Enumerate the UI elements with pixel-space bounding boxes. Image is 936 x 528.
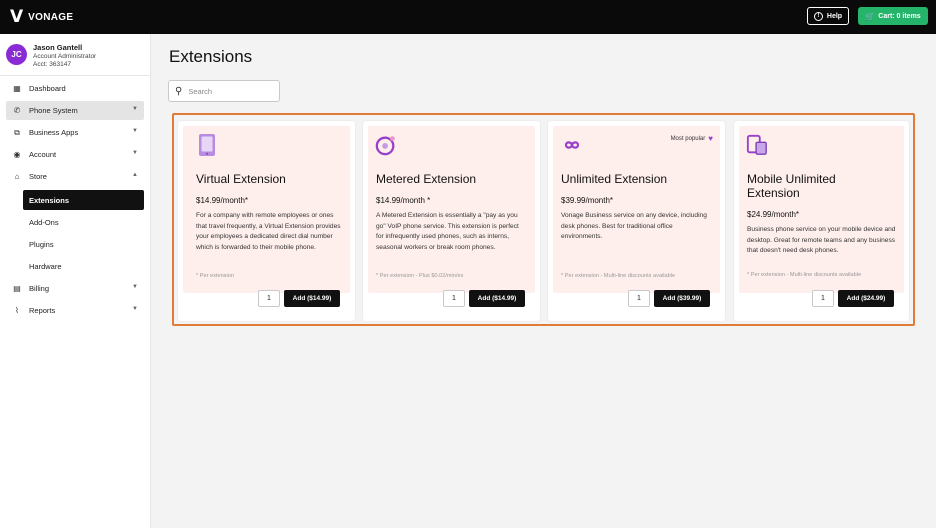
add-button[interactable]: Add ($14.99) xyxy=(469,290,525,307)
quantity-input[interactable]: 1 xyxy=(443,290,465,307)
sidebar-subitem-plugins[interactable]: Plugins xyxy=(23,234,144,254)
sidebar-item-phone-system[interactable]: ✆ Phone System ▼ xyxy=(6,101,144,120)
search-icon: ⚲ xyxy=(175,85,183,97)
top-bar: V VONAGE ! Help 🛒 Cart: 0 items xyxy=(0,0,936,34)
user-name: Jason Gantell xyxy=(33,43,83,52)
help-button[interactable]: ! Help xyxy=(807,7,849,25)
user-account-number: Acct: 363147 xyxy=(33,61,71,68)
store-icon: ⌂ xyxy=(14,172,20,181)
infinity-icon xyxy=(564,141,580,149)
card-price: $14.99/month* xyxy=(196,196,249,205)
cart-label: Cart: 0 items xyxy=(878,12,921,20)
chevron-down-icon: ▼ xyxy=(132,128,138,134)
dashboard-grid-icon: ▦ xyxy=(13,84,21,93)
sidebar: JC Jason Gantell Account Administrator A… xyxy=(0,34,151,528)
user-role: Account Administrator xyxy=(33,53,97,60)
card-footnote: * Per extension - Multi-line discounts a… xyxy=(561,273,676,279)
card-description: For a company with remote employees or o… xyxy=(196,212,341,251)
chevron-down-icon: ▼ xyxy=(132,284,138,290)
avatar: JC xyxy=(6,44,27,65)
quantity-input[interactable]: 1 xyxy=(628,290,650,307)
most-popular-badge: Most popular ♥ xyxy=(671,134,713,143)
search-box[interactable]: ⚲ xyxy=(168,80,280,102)
help-circle-icon: ! xyxy=(813,11,823,21)
badge-label: Most popular xyxy=(670,135,706,142)
sidebar-item-label: Reports xyxy=(29,306,56,315)
product-card-unlimited-extension: Most popular ♥ Unlimited Extension $39.9… xyxy=(548,121,725,321)
vonage-v-icon: V xyxy=(10,6,24,27)
chevron-up-icon: ▲ xyxy=(132,172,138,178)
billing-icon: ▤ xyxy=(13,284,21,293)
card-price: $24.99/month* xyxy=(747,210,800,219)
chevron-down-icon: ▼ xyxy=(132,150,138,156)
vonage-logo[interactable]: V VONAGE xyxy=(10,6,74,27)
sidebar-item-label: Dashboard xyxy=(29,84,66,93)
sidebar-item-label: Phone System xyxy=(29,106,78,115)
card-description: Vonage Business service on any device, i… xyxy=(561,212,707,240)
chevron-down-icon: ▼ xyxy=(132,106,138,112)
heart-icon: ♥ xyxy=(708,134,713,143)
card-description: Business phone service on your mobile de… xyxy=(747,226,896,254)
help-label: Help xyxy=(826,12,843,20)
card-footnote: * Per extension - Multi-line discounts a… xyxy=(747,272,862,278)
add-button[interactable]: Add ($39.99) xyxy=(654,290,710,307)
devices-icon xyxy=(746,134,767,155)
sidebar-item-billing[interactable]: ▤ Billing ▼ xyxy=(6,279,144,298)
product-card-metered-extension: Metered Extension $14.99/month * A Meter… xyxy=(363,121,540,321)
brand-name: VONAGE xyxy=(28,11,74,23)
cart-button[interactable]: 🛒 Cart: 0 items xyxy=(858,7,928,25)
card-price: $14.99/month * xyxy=(376,196,431,205)
sidebar-item-label: Store xyxy=(29,172,47,181)
sidebar-item-label: Business Apps xyxy=(29,128,79,137)
product-card-virtual-extension: Virtual Extension $14.99/month* For a co… xyxy=(178,121,355,321)
business-apps-icon: ⧉ xyxy=(14,127,20,137)
sidebar-item-reports[interactable]: ⌇ Reports ▼ xyxy=(6,301,144,320)
card-title: Mobile Unlimited Extension xyxy=(747,172,836,200)
sidebar-subitem-extensions[interactable]: Extensions xyxy=(23,190,144,210)
card-title: Metered Extension xyxy=(376,172,477,186)
sidebar-item-account[interactable]: ◉ Account ▼ xyxy=(6,145,144,164)
quantity-input[interactable]: 1 xyxy=(812,290,834,307)
sidebar-item-label: Account xyxy=(29,150,57,159)
add-button[interactable]: Add ($14.99) xyxy=(284,290,340,307)
card-price: $39.99/month* xyxy=(561,196,614,205)
meter-gauge-icon xyxy=(375,136,395,156)
sidebar-item-label: Billing xyxy=(29,284,50,293)
quantity-input[interactable]: 1 xyxy=(258,290,280,307)
page-title: Extensions xyxy=(169,47,253,66)
add-button[interactable]: Add ($24.99) xyxy=(838,290,894,307)
sidebar-item-business-apps[interactable]: ⧉ Business Apps ▼ xyxy=(6,123,144,142)
card-title: Virtual Extension xyxy=(196,172,286,186)
reports-chart-icon: ⌇ xyxy=(15,306,19,315)
sidebar-item-dashboard[interactable]: ▦ Dashboard xyxy=(6,79,144,98)
product-card-mobile-unlimited-extension: Mobile Unlimited Extension $24.99/month*… xyxy=(734,121,909,321)
phone-icon: ✆ xyxy=(13,106,21,115)
card-title: Unlimited Extension xyxy=(561,172,668,186)
sidebar-subitem-add-ons[interactable]: Add-Ons xyxy=(23,212,144,232)
account-person-icon: ◉ xyxy=(13,150,21,159)
sidebar-item-store[interactable]: ⌂ Store ▲ xyxy=(6,167,144,186)
cart-icon: 🛒 xyxy=(865,11,876,21)
chevron-down-icon: ▼ xyxy=(132,306,138,312)
search-input[interactable] xyxy=(188,86,279,96)
user-profile[interactable]: JC Jason Gantell Account Administrator A… xyxy=(0,34,151,76)
tablet-icon xyxy=(199,134,215,156)
card-footnote: * Per extension xyxy=(196,273,234,279)
sidebar-subitem-hardware[interactable]: Hardware xyxy=(23,256,144,276)
card-footnote: * Per extension - Plus $0.02/min/ex xyxy=(376,273,464,279)
card-description: A Metered Extension is essentially a "pa… xyxy=(376,212,519,251)
